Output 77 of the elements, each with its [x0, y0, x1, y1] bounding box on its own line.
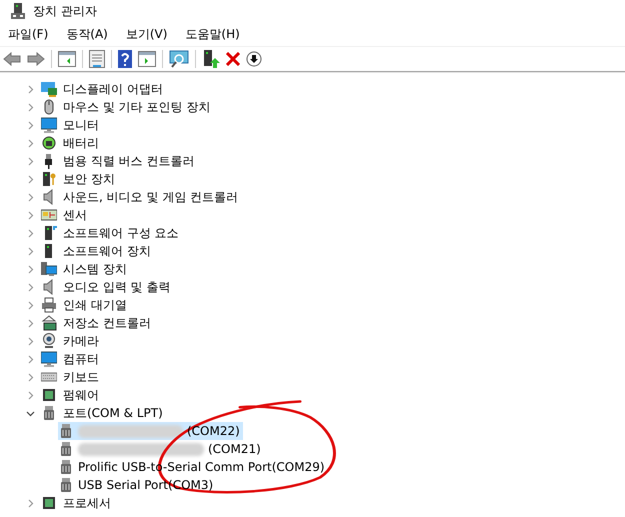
tree-item[interactable]: 카메라	[63, 332, 99, 350]
tree-item-label: (COM21)	[208, 442, 261, 456]
tree-item[interactable]: 모니터	[63, 116, 99, 134]
expand-chevron-icon[interactable]	[26, 372, 35, 382]
tree-item[interactable]: 디스플레이 어댑터	[63, 80, 163, 98]
properties-icon[interactable]	[89, 50, 105, 68]
tower-up-arrow-icon[interactable]	[202, 50, 220, 68]
window-title: 장치 관리자	[33, 2, 97, 20]
printer-icon	[41, 297, 57, 313]
window-pane-icon[interactable]	[58, 51, 76, 67]
expand-chevron-icon[interactable]	[26, 120, 35, 130]
device-manager-icon	[11, 3, 25, 19]
help-icon[interactable]	[118, 50, 132, 68]
expand-chevron-icon[interactable]	[26, 102, 35, 112]
display-card-icon	[41, 81, 57, 97]
close-icon[interactable]	[226, 52, 240, 66]
tree-item[interactable]: 오디오 입력 및 출력	[63, 278, 170, 296]
chip-icon	[41, 387, 57, 403]
tree-item[interactable]: 범용 직렬 버스 컨트롤러	[63, 152, 194, 170]
expand-chevron-icon[interactable]	[26, 390, 35, 400]
tree-item-row[interactable]: (COM22)	[58, 422, 243, 440]
tree-item-row[interactable]: (COM21)	[58, 440, 264, 458]
tree-item[interactable]: 배터리	[63, 134, 99, 152]
collapse-chevron-icon[interactable]	[26, 408, 35, 418]
battery-icon	[41, 135, 57, 151]
tree-item[interactable]: 저장소 컨트롤러	[63, 314, 151, 332]
port-icon	[58, 459, 74, 475]
tree-item[interactable]: 시스템 장치	[63, 260, 127, 278]
port-icon	[58, 423, 74, 439]
expand-chevron-icon[interactable]	[26, 138, 35, 148]
tree-item[interactable]: 포트(COM & LPT)	[63, 404, 163, 422]
expand-chevron-icon[interactable]	[26, 156, 35, 166]
back-arrow-icon[interactable]	[3, 52, 21, 66]
expand-chevron-icon[interactable]	[26, 246, 35, 256]
port-icon	[58, 477, 74, 493]
webcam-icon	[41, 333, 57, 349]
expand-chevron-icon[interactable]	[26, 210, 35, 220]
port-icon	[58, 441, 74, 457]
expand-chevron-icon[interactable]	[26, 264, 35, 274]
expand-chevron-icon[interactable]	[26, 498, 35, 508]
tree-item[interactable]: 마우스 및 기타 포인팅 장치	[63, 98, 210, 116]
drive-icon	[41, 315, 57, 331]
expand-chevron-icon[interactable]	[26, 174, 35, 184]
menu-item[interactable]: 보기(V)	[124, 24, 170, 44]
tree-item[interactable]: 센서	[63, 206, 87, 224]
chip-icon	[41, 495, 57, 511]
monitor-icon	[41, 351, 57, 367]
tree-item[interactable]: 펌웨어	[63, 386, 99, 404]
menu-item[interactable]: 도움말(H)	[183, 24, 242, 44]
expand-chevron-icon[interactable]	[26, 300, 35, 310]
tree-item[interactable]: 컴퓨터	[63, 350, 99, 368]
expand-chevron-icon[interactable]	[26, 84, 35, 94]
tree-item[interactable]: 사운드, 비디오 및 게임 컨트롤러	[63, 188, 238, 206]
expand-chevron-icon[interactable]	[26, 282, 35, 292]
monitor-icon	[41, 117, 57, 133]
tree-item[interactable]: 소프트웨어 구성 요소	[63, 224, 179, 242]
tree-item[interactable]: 키보드	[63, 368, 99, 386]
menu-item[interactable]: 파일(F)	[6, 24, 50, 44]
forward-arrow-icon[interactable]	[27, 52, 45, 66]
tree-item[interactable]: 소프트웨어 장치	[63, 242, 151, 260]
tree-item[interactable]: 프로세서	[63, 494, 111, 512]
expand-chevron-icon[interactable]	[26, 336, 35, 346]
computer-icon	[41, 261, 57, 277]
expand-chevron-icon[interactable]	[26, 228, 35, 238]
scan-monitor-icon[interactable]	[169, 50, 189, 68]
tree-item-label: (COM22)	[187, 424, 240, 438]
map-board-icon	[41, 207, 57, 223]
port-icon	[41, 405, 57, 421]
menu-item[interactable]: 동작(A)	[64, 24, 110, 44]
window-pane-icon[interactable]	[138, 51, 156, 67]
tree-item[interactable]: 보안 장치	[63, 170, 115, 188]
tree-item[interactable]: 인쇄 대기열	[63, 296, 127, 314]
expand-chevron-icon[interactable]	[26, 354, 35, 364]
down-arrow-circle-icon[interactable]	[246, 51, 262, 67]
expand-chevron-icon[interactable]	[26, 192, 35, 202]
expand-chevron-icon[interactable]	[26, 318, 35, 328]
key-tower-icon	[41, 171, 57, 187]
